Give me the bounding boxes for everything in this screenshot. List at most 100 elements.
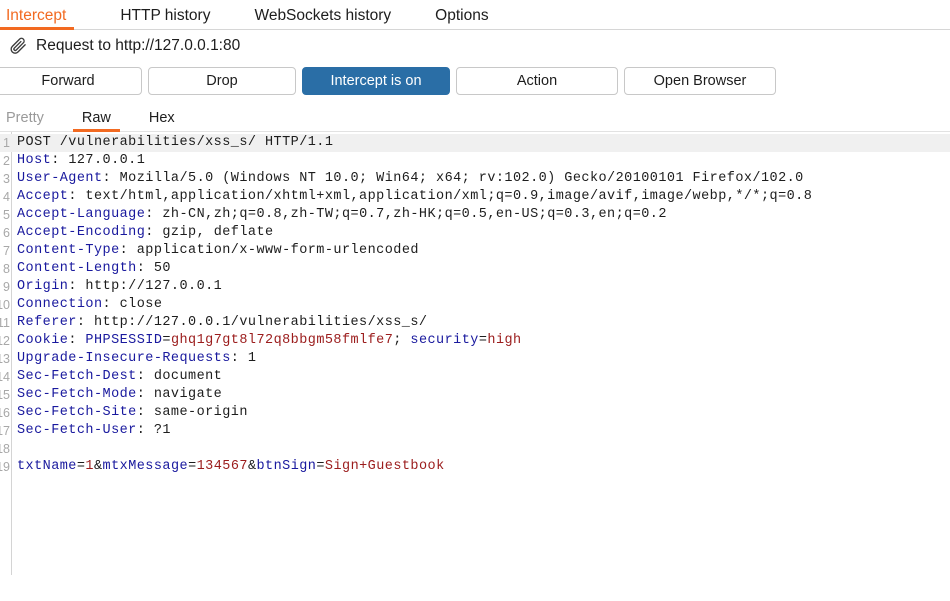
line-token: : 1 [230, 351, 257, 366]
tab-options[interactable]: Options [435, 6, 489, 30]
request-line[interactable]: 1 POST /vulnerabilities/xss_s/ HTTP/1.1 [0, 134, 950, 152]
line-number: 19 [0, 460, 10, 474]
line-token: : [68, 333, 86, 348]
line-token: Cookie [17, 333, 69, 348]
raw-request-editor[interactable]: 1 POST /vulnerabilities/xss_s/ HTTP/1.1 2 H… [0, 132, 950, 575]
request-title: Request to http://127.0.0.1:80 [36, 36, 241, 54]
view-tab-raw-label: Raw [81, 109, 111, 126]
line-token: : 127.0.0.1 [51, 153, 146, 168]
line-token: high [487, 333, 522, 348]
request-line[interactable]: 6 Accept-Encoding: gzip, deflate [0, 224, 950, 242]
line-text: Referer: http://127.0.0.1/vulnerabilitie… [17, 314, 427, 332]
line-token: : gzip, deflate [145, 225, 274, 240]
line-number: 12 [0, 334, 10, 348]
view-tab-raw[interactable]: Raw [72, 109, 120, 132]
request-title-row: Request to http://127.0.0.1:80 [0, 30, 950, 61]
line-number: 5 [3, 208, 10, 222]
line-token: : zh-CN,zh;q=0.8,zh-TW;q=0.7,zh-HK;q=0.5… [145, 207, 667, 222]
action-button[interactable]: Action [456, 67, 618, 95]
request-line[interactable]: 8 Content-Length: 50 [0, 260, 950, 278]
line-token: PHPSESSID [85, 333, 163, 348]
intercept-toggle-button[interactable]: Intercept is on [302, 67, 450, 95]
line-token: Sec-Fetch-Mode [17, 387, 137, 402]
tab-intercept-label: Intercept [6, 6, 67, 24]
line-number: 7 [3, 244, 10, 258]
tab-websockets-history-label: WebSockets history [254, 6, 392, 24]
line-token: Accept-Encoding [17, 225, 146, 240]
message-view-tabs: Pretty Raw Hex [0, 101, 950, 132]
line-token: = [316, 459, 325, 474]
tab-http-history[interactable]: HTTP history [120, 6, 211, 30]
view-tab-hex[interactable]: Hex [148, 109, 175, 132]
line-token: : same-origin [136, 405, 248, 420]
tab-options-label: Options [435, 6, 489, 24]
line-number: 8 [3, 262, 10, 276]
tab-websockets-history[interactable]: WebSockets history [254, 6, 392, 30]
line-token: security [410, 333, 479, 348]
request-line[interactable]: 9 Origin: http://127.0.0.1 [0, 278, 950, 296]
request-line[interactable]: 13 Upgrade-Insecure-Requests: 1 [0, 350, 950, 368]
request-line[interactable]: 18 [0, 440, 950, 458]
request-line[interactable]: 3 User-Agent: Mozilla/5.0 (Windows NT 10.… [0, 170, 950, 188]
line-number: 13 [0, 352, 10, 366]
line-token: mtxMessage [102, 459, 189, 474]
request-lines[interactable]: 1 POST /vulnerabilities/xss_s/ HTTP/1.1 2 H… [0, 132, 950, 476]
request-line[interactable]: 19txtName=1&mtxMessage=134567&btnSign=Si… [0, 458, 950, 476]
line-number: 9 [3, 280, 10, 294]
line-token: : http://127.0.0.1 [68, 279, 223, 294]
line-text: Accept-Language: zh-CN,zh;q=0.8,zh-TW;q=… [17, 206, 667, 224]
line-number: 2 [3, 154, 10, 168]
line-token: Host [17, 153, 52, 168]
view-tab-pretty[interactable]: Pretty [6, 109, 44, 132]
line-text: Host: 127.0.0.1 [17, 152, 145, 170]
request-line[interactable]: 15 Sec-Fetch-Mode: navigate [0, 386, 950, 404]
tab-http-history-label: HTTP history [120, 6, 211, 24]
line-token: : document [136, 369, 223, 384]
line-token: : Mozilla/5.0 (Windows NT 10.0; Win64; x… [102, 171, 804, 186]
line-text: Cookie: PHPSESSID=ghq1g7gt8l72q8bbgm58fm… [17, 332, 522, 350]
line-token: & [247, 459, 257, 474]
line-text: Content-Type: application/x-www-form-url… [17, 242, 419, 260]
view-tab-pretty-label: Pretty [6, 109, 44, 126]
request-line[interactable]: 10 Connection: close [0, 296, 950, 314]
request-line[interactable]: 16 Sec-Fetch-Site: same-origin [0, 404, 950, 422]
open-browser-button[interactable]: Open Browser [624, 67, 776, 95]
line-token: = [162, 333, 171, 348]
paperclip-icon [8, 36, 28, 56]
line-text: Sec-Fetch-Dest: document [17, 368, 222, 386]
request-line[interactable]: 5 Accept-Language: zh-CN,zh;q=0.8,zh-TW;q… [0, 206, 950, 224]
line-token: txtName [17, 459, 77, 474]
request-line[interactable]: 11 Referer: http://127.0.0.1/vulnerabilit… [0, 314, 950, 332]
line-number: 18 [0, 442, 10, 456]
line-token: User-Agent [17, 171, 103, 186]
line-token: : ?1 [136, 423, 171, 438]
request-line[interactable]: 4 Accept: text/html,application/xhtml+xml… [0, 188, 950, 206]
line-token: Sign+Guestbook [324, 459, 445, 474]
line-token: 1 [85, 459, 94, 474]
line-text: Origin: http://127.0.0.1 [17, 278, 222, 296]
line-token: Upgrade-Insecure-Requests [17, 351, 231, 366]
line-text: Accept: text/html,application/xhtml+xml,… [17, 188, 812, 206]
line-token: Sec-Fetch-Dest [17, 369, 137, 384]
tab-intercept[interactable]: Intercept [0, 6, 75, 30]
request-line[interactable]: 2 Host: 127.0.0.1 [0, 152, 950, 170]
line-token: ; [393, 333, 411, 348]
line-token: Origin [17, 279, 69, 294]
view-tab-hex-label: Hex [148, 109, 175, 126]
line-token: : close [102, 297, 163, 312]
line-text: Accept-Encoding: gzip, deflate [17, 224, 274, 242]
request-line[interactable]: 14 Sec-Fetch-Dest: document [0, 368, 950, 386]
line-token: : text/html,application/xhtml+xml,applic… [68, 189, 813, 204]
line-number: 1 [3, 136, 10, 150]
line-token: Accept-Language [17, 207, 146, 222]
line-token: 134567 [196, 459, 248, 474]
request-line[interactable]: 7 Content-Type: application/x-www-form-ur… [0, 242, 950, 260]
request-line[interactable]: 17 Sec-Fetch-User: ?1 [0, 422, 950, 440]
forward-button[interactable]: Forward [0, 67, 142, 95]
line-token: ghq1g7gt8l72q8bbgm58fmlfe7 [170, 333, 394, 348]
request-line[interactable]: 12 Cookie: PHPSESSID=ghq1g7gt8l72q8bbgm58… [0, 332, 950, 350]
line-text: Sec-Fetch-Mode: navigate [17, 386, 222, 404]
drop-button[interactable]: Drop [148, 67, 296, 95]
line-token: & [93, 459, 103, 474]
line-text: Sec-Fetch-Site: same-origin [17, 404, 248, 422]
